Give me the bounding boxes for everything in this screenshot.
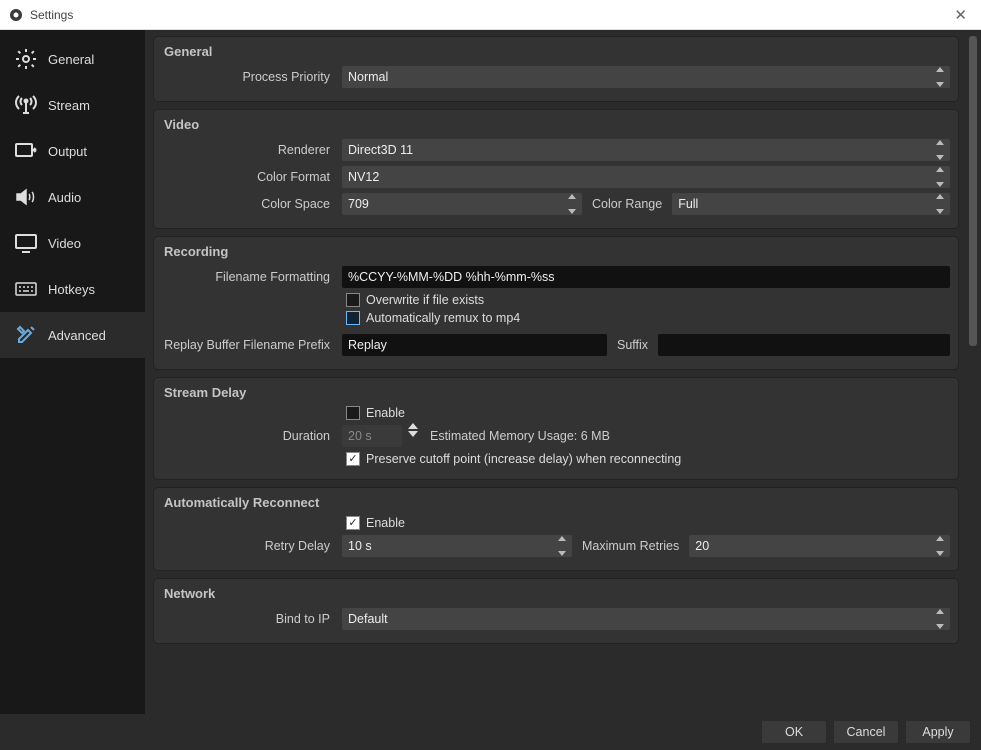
- max-retries-label: Maximum Retries: [580, 539, 681, 553]
- overwrite-label: Overwrite if file exists: [366, 293, 484, 307]
- color-format-label: Color Format: [162, 170, 334, 184]
- bind-label: Bind to IP: [162, 612, 334, 626]
- overwrite-checkbox[interactable]: [346, 293, 360, 307]
- group-title: Automatically Reconnect: [162, 495, 950, 510]
- filename-label: Filename Formatting: [162, 270, 334, 284]
- replay-prefix-input[interactable]: Replay: [342, 334, 607, 356]
- group-title: Recording: [162, 244, 950, 259]
- sidebar: General Stream Output: [0, 30, 145, 714]
- sidebar-item-stream[interactable]: Stream: [0, 82, 145, 128]
- sidebar-item-label: Stream: [48, 98, 90, 113]
- sidebar-item-video[interactable]: Video: [0, 220, 145, 266]
- sidebar-item-label: Output: [48, 144, 87, 159]
- window-body: General Stream Output: [0, 30, 981, 750]
- group-video: Video Renderer Direct3D 11 Color Format: [153, 109, 959, 229]
- tools-icon: [14, 323, 38, 347]
- process-priority-select[interactable]: Normal: [342, 66, 950, 88]
- suffix-label: Suffix: [615, 338, 650, 352]
- content: General Process Priority Normal Video: [145, 30, 967, 714]
- scrollbar-thumb[interactable]: [969, 36, 977, 346]
- spin-icon: [568, 194, 580, 214]
- process-priority-label: Process Priority: [162, 70, 334, 84]
- bind-ip-select[interactable]: Default: [342, 608, 950, 630]
- gear-icon: [14, 47, 38, 71]
- group-recording: Recording Filename Formatting %CCYY-%MM-…: [153, 236, 959, 370]
- duration-spinner[interactable]: 20 s: [342, 425, 402, 447]
- spin-icon: [936, 140, 948, 160]
- group-title: Video: [162, 117, 950, 132]
- sidebar-item-audio[interactable]: Audio: [0, 174, 145, 220]
- color-range-select[interactable]: Full: [672, 193, 950, 215]
- enable-label: Enable: [366, 516, 405, 530]
- color-range-label: Color Range: [590, 197, 664, 211]
- spin-icon: [936, 536, 948, 556]
- main-area: General Stream Output: [0, 30, 981, 714]
- suffix-input[interactable]: [658, 334, 950, 356]
- preserve-label: Preserve cutoff point (increase delay) w…: [366, 452, 681, 466]
- group-title: General: [162, 44, 950, 59]
- stream-delay-enable-checkbox[interactable]: [346, 406, 360, 420]
- ok-button[interactable]: OK: [761, 720, 827, 744]
- filename-input[interactable]: %CCYY-%MM-%DD %hh-%mm-%ss: [342, 266, 950, 288]
- content-wrap: General Process Priority Normal Video: [145, 30, 981, 714]
- sidebar-item-label: Audio: [48, 190, 81, 205]
- group-reconnect: Automatically Reconnect Enable Retry Del…: [153, 487, 959, 571]
- max-retries-spinner[interactable]: 20: [689, 535, 950, 557]
- cancel-button[interactable]: Cancel: [833, 720, 899, 744]
- duration-label: Duration: [162, 429, 334, 443]
- output-icon: [14, 139, 38, 163]
- retry-delay-spinner[interactable]: 10 s: [342, 535, 572, 557]
- keyboard-icon: [14, 277, 38, 301]
- antenna-icon: [14, 93, 38, 117]
- monitor-icon: [14, 231, 38, 255]
- color-space-select[interactable]: 709: [342, 193, 582, 215]
- scrollbar[interactable]: [967, 36, 979, 708]
- remux-label: Automatically remux to mp4: [366, 311, 520, 325]
- close-icon[interactable]: ✕: [948, 6, 973, 24]
- replay-prefix-label: Replay Buffer Filename Prefix: [162, 338, 334, 352]
- sidebar-item-label: Video: [48, 236, 81, 251]
- sidebar-item-general[interactable]: General: [0, 36, 145, 82]
- renderer-label: Renderer: [162, 143, 334, 157]
- window-title: Settings: [30, 8, 73, 22]
- group-stream-delay: Stream Delay Enable Duration 20 s Estima: [153, 377, 959, 480]
- apply-button[interactable]: Apply: [905, 720, 971, 744]
- renderer-select[interactable]: Direct3D 11: [342, 139, 950, 161]
- sidebar-item-advanced[interactable]: Advanced: [0, 312, 145, 358]
- footer: OK Cancel Apply: [0, 714, 981, 750]
- retry-delay-label: Retry Delay: [162, 539, 334, 553]
- settings-window: Settings ✕ General Stream: [0, 0, 981, 750]
- group-network: Network Bind to IP Default: [153, 578, 959, 644]
- titlebar: Settings ✕: [0, 0, 981, 30]
- color-format-select[interactable]: NV12: [342, 166, 950, 188]
- sidebar-item-output[interactable]: Output: [0, 128, 145, 174]
- enable-label: Enable: [366, 406, 405, 420]
- remux-checkbox[interactable]: [346, 311, 360, 325]
- group-title: Stream Delay: [162, 385, 950, 400]
- spin-icon: [936, 67, 948, 87]
- color-space-label: Color Space: [162, 197, 334, 211]
- preserve-cutoff-checkbox[interactable]: [346, 452, 360, 466]
- reconnect-enable-checkbox[interactable]: [346, 516, 360, 530]
- spin-icon: [936, 167, 948, 187]
- app-icon: [8, 7, 24, 23]
- sidebar-item-hotkeys[interactable]: Hotkeys: [0, 266, 145, 312]
- spin-icon: [936, 609, 948, 629]
- speaker-icon: [14, 185, 38, 209]
- sidebar-item-label: General: [48, 52, 94, 67]
- group-title: Network: [162, 586, 950, 601]
- spin-icon: [558, 536, 570, 556]
- memory-usage-text: Estimated Memory Usage: 6 MB: [428, 429, 612, 443]
- sidebar-item-label: Advanced: [48, 328, 106, 343]
- sidebar-item-label: Hotkeys: [48, 282, 95, 297]
- spin-icon: [408, 423, 418, 437]
- group-general: General Process Priority Normal: [153, 36, 959, 102]
- spin-icon: [936, 194, 948, 214]
